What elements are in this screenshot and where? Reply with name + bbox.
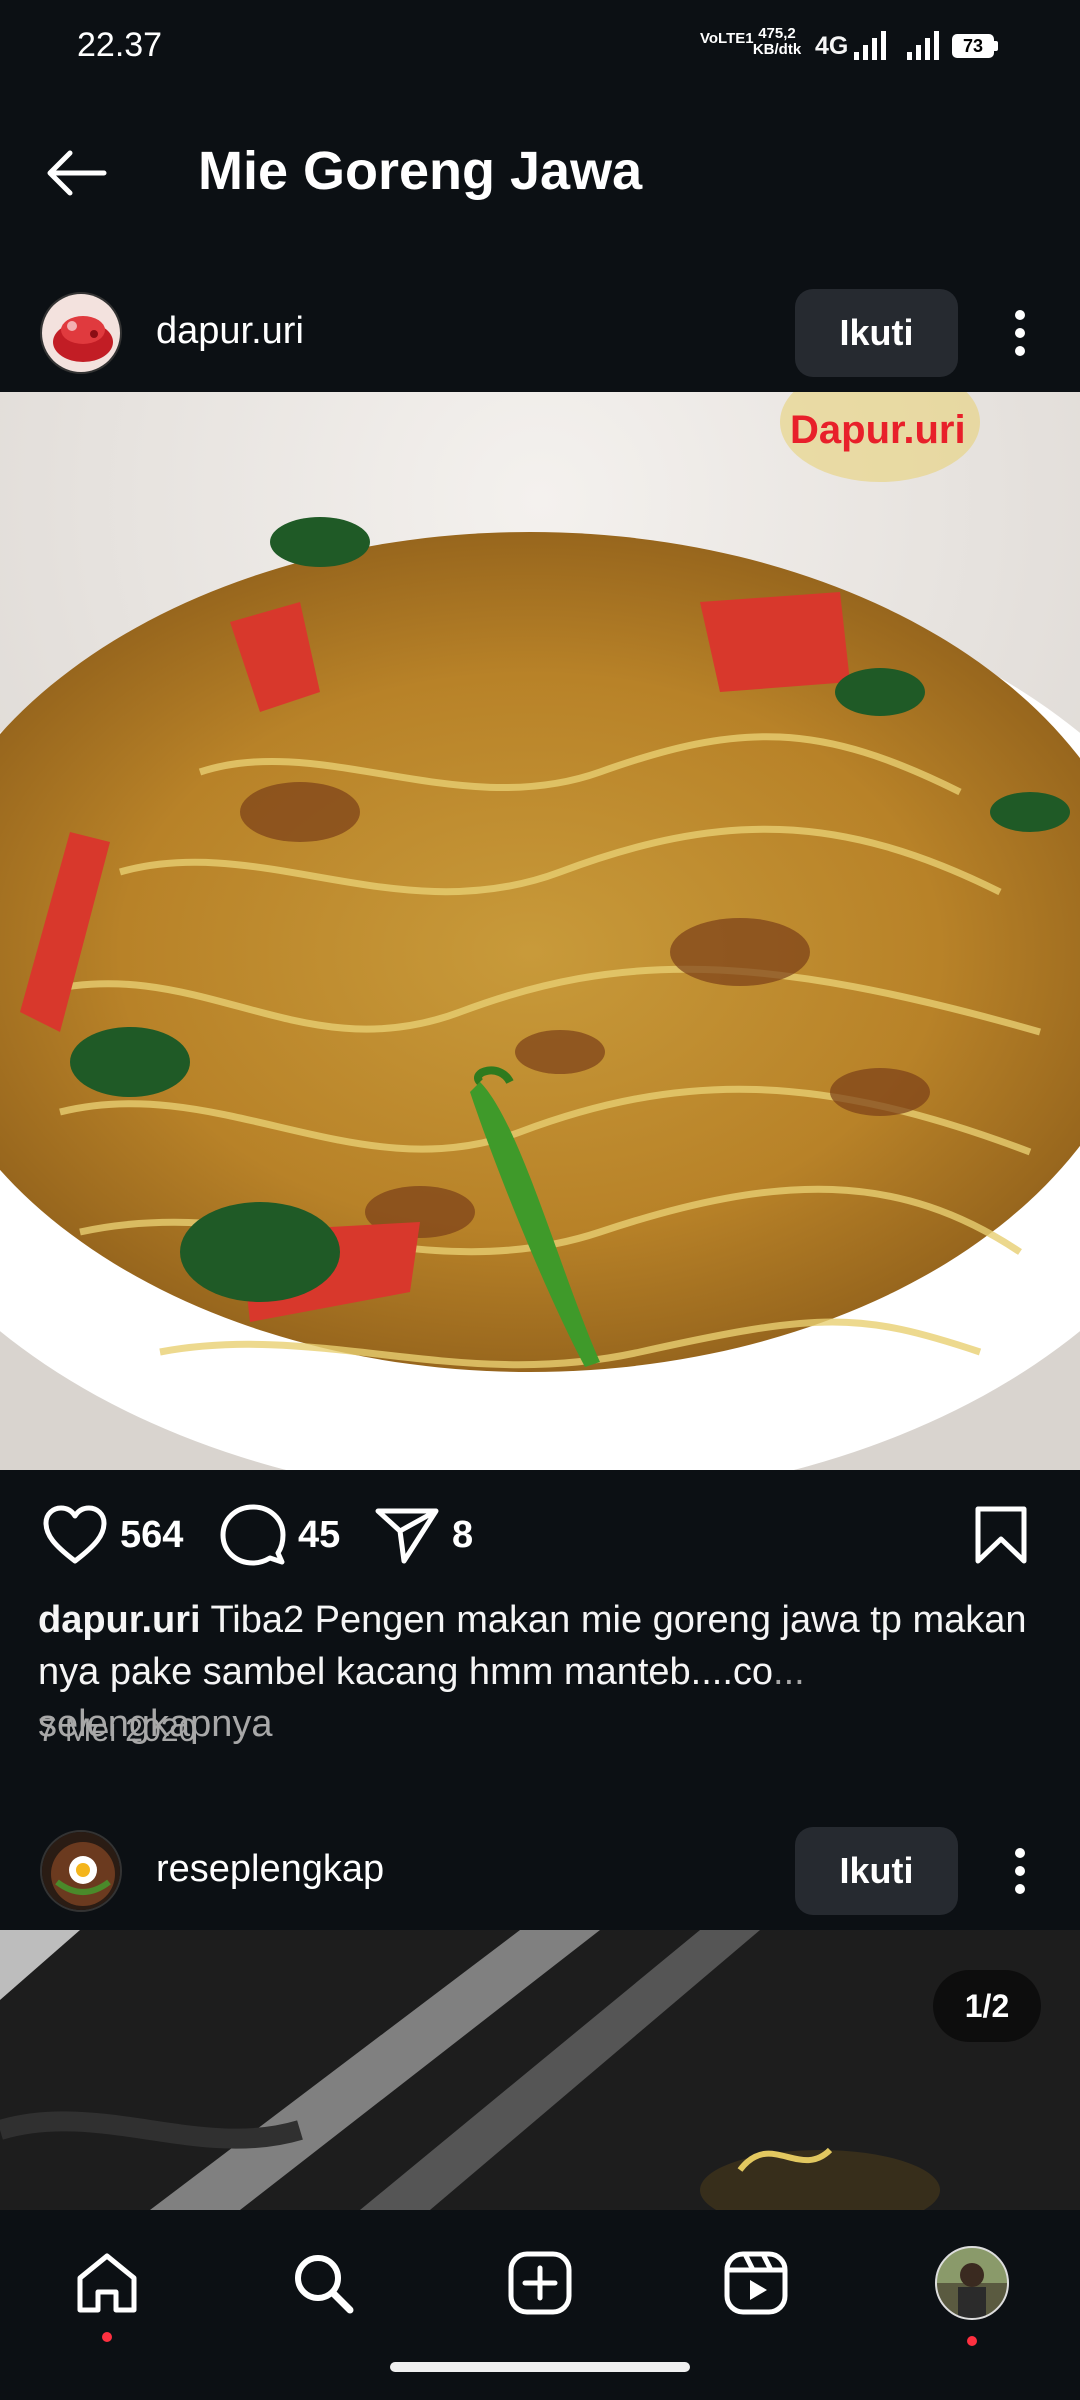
more-options-button[interactable]	[1002, 300, 1038, 366]
battery-icon: 73	[952, 34, 998, 58]
page-title: Mie Goreng Jawa	[198, 141, 643, 201]
follow-button[interactable]: Ikuti	[795, 289, 958, 377]
network-type: 4G	[815, 32, 849, 60]
cooking-photo	[0, 1930, 1080, 2210]
nav-profile[interactable]	[927, 2238, 1017, 2346]
like-button[interactable]: 564	[42, 1500, 183, 1570]
network-speed-value: 475,2	[758, 25, 796, 42]
more-vertical-icon	[1015, 310, 1025, 356]
nav-reels[interactable]	[711, 2238, 801, 2328]
home-indicator[interactable]	[390, 2362, 690, 2372]
save-button[interactable]	[974, 1500, 1028, 1570]
post-header: dapur.uri Ikuti	[0, 272, 1080, 392]
battery-level: 73	[952, 34, 994, 58]
post-header: reseplengkap Ikuti	[0, 1810, 1080, 1930]
avatar[interactable]	[40, 1830, 122, 1912]
bookmark-icon	[975, 1506, 1027, 1564]
comment-button[interactable]: 45	[220, 1500, 340, 1570]
follow-button[interactable]: Ikuti	[795, 1827, 958, 1915]
comment-icon	[220, 1504, 286, 1566]
home-icon	[77, 2253, 137, 2313]
network-speed-unit: KB/dtk	[752, 41, 802, 58]
more-vertical-icon	[1015, 1848, 1025, 1894]
comment-count: 45	[298, 1513, 341, 1556]
nav-home[interactable]	[62, 2238, 152, 2342]
signal-icon	[854, 31, 886, 60]
more-options-button[interactable]	[1002, 1838, 1038, 1904]
search-icon	[295, 2255, 354, 2314]
post-image[interactable]	[0, 1930, 1080, 2210]
nav-search[interactable]	[278, 2238, 368, 2328]
nav-create[interactable]	[495, 2238, 585, 2328]
post-username[interactable]: dapur.uri	[156, 310, 304, 353]
share-button[interactable]: 8	[374, 1500, 473, 1570]
post-date: 7 Mei 2020	[38, 1712, 197, 1748]
create-icon	[508, 2251, 572, 2315]
caption-username[interactable]: dapur.uri	[38, 1599, 201, 1641]
heart-icon	[43, 1505, 107, 1564]
notification-dot	[102, 2332, 112, 2342]
back-button[interactable]	[38, 138, 114, 208]
notification-dot	[967, 2336, 977, 2346]
carousel-counter: 1/2	[933, 1970, 1041, 2042]
share-count: 8	[452, 1513, 474, 1556]
post-actions: 564 45 8	[0, 1490, 1080, 1580]
post-image[interactable]	[0, 392, 1080, 1470]
arrow-left-icon	[47, 150, 107, 196]
reels-icon	[724, 2251, 788, 2315]
send-icon	[375, 1508, 439, 1564]
post-username[interactable]: reseplengkap	[156, 1848, 384, 1891]
watermark: Dapur.uri	[790, 408, 966, 452]
status-time: 22.37	[77, 26, 163, 64]
volte-indicator: VoLTE1	[700, 30, 754, 47]
profile-avatar	[935, 2246, 1009, 2320]
like-count: 564	[120, 1513, 184, 1556]
noodle-photo	[0, 392, 1080, 1470]
network-speed: 475,2 KB/dtk	[746, 26, 808, 58]
avatar[interactable]	[40, 292, 122, 374]
signal-icon	[907, 31, 939, 60]
